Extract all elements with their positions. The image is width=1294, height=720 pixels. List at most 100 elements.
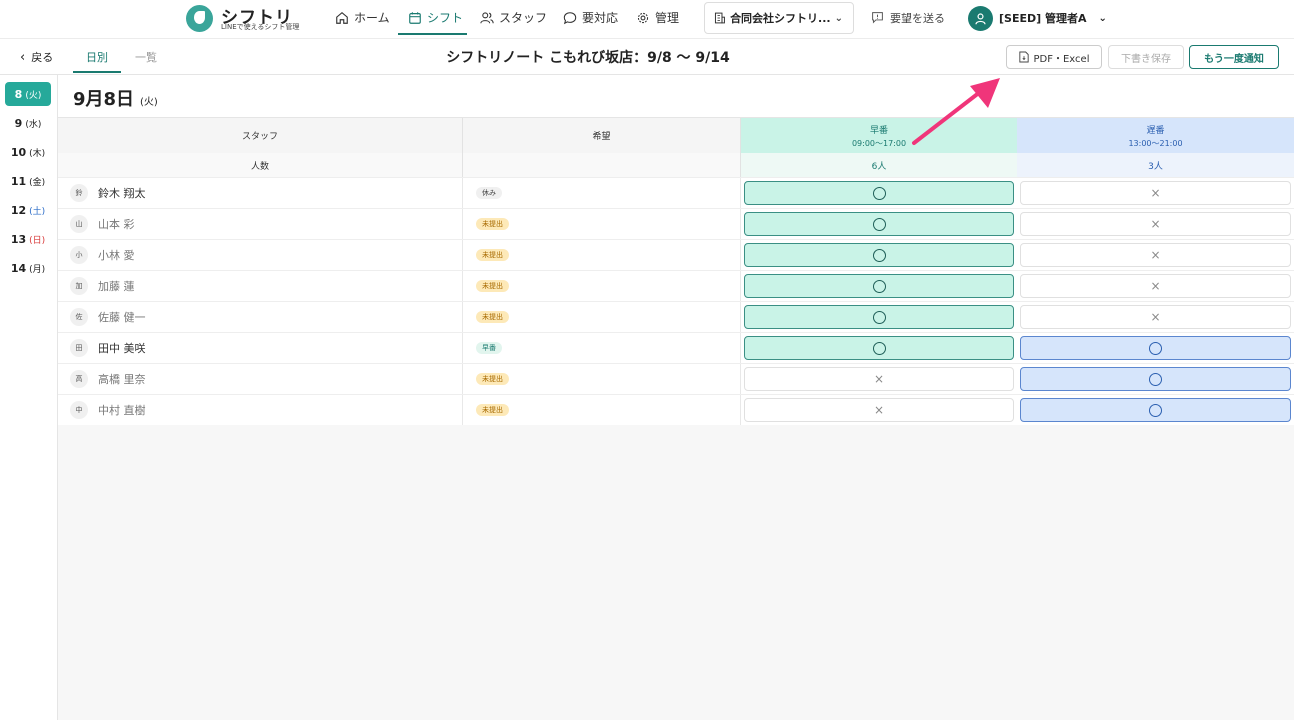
day-item[interactable]: 13 (日) bbox=[5, 227, 51, 251]
staff-cell[interactable]: 鈴鈴木 翔太 bbox=[58, 178, 463, 208]
nav-label-shift: シフト bbox=[427, 11, 464, 25]
early-shift-toggle[interactable]: × bbox=[744, 367, 1014, 391]
unassigned-cross-icon: × bbox=[1150, 248, 1161, 262]
nav-item-shift[interactable]: シフト bbox=[408, 0, 463, 35]
assigned-circle-icon bbox=[1149, 403, 1162, 417]
late-shift-toggle[interactable] bbox=[1020, 367, 1291, 391]
company-select[interactable]: 合同会社シフトリ... ⌄ bbox=[704, 2, 854, 34]
day-weekday: (金) bbox=[29, 177, 46, 188]
staff-cell[interactable]: 高高橋 里奈 bbox=[58, 364, 463, 394]
unassigned-cross-icon: × bbox=[1150, 217, 1161, 231]
assigned-circle-icon bbox=[872, 217, 886, 231]
users-icon bbox=[480, 11, 494, 23]
day-item[interactable]: 11 (金) bbox=[5, 169, 51, 193]
unassigned-cross-icon: × bbox=[1150, 186, 1161, 200]
nav-label-pending: 要対応 bbox=[582, 11, 619, 25]
staff-name: 中村 直樹 bbox=[98, 404, 146, 417]
date-header: 9月8日 (火) bbox=[58, 75, 1294, 118]
brand-tagline: LINEで使えるシフト管理 bbox=[221, 23, 300, 31]
staff-cell[interactable]: 田田中 美咲 bbox=[58, 333, 463, 363]
table-row: 小小林 愛 未提出 × bbox=[58, 239, 1294, 270]
feedback-icon bbox=[872, 12, 883, 24]
user-icon bbox=[975, 13, 986, 25]
staff-cell[interactable]: 加加藤 蓮 bbox=[58, 271, 463, 301]
day-number: 8 bbox=[14, 87, 23, 101]
back-button[interactable]: ‹ 戻る bbox=[20, 39, 53, 75]
wish-cell: 未提出 bbox=[463, 364, 741, 394]
day-item[interactable]: 8 (火) bbox=[5, 82, 51, 106]
early-shift-toggle[interactable] bbox=[744, 274, 1014, 298]
staff-initial-avatar: 山 bbox=[70, 215, 88, 233]
early-shift-toggle[interactable] bbox=[744, 305, 1014, 329]
late-shift-toggle[interactable]: × bbox=[1020, 274, 1291, 298]
unassigned-cross-icon: × bbox=[1150, 279, 1161, 293]
column-header-early-shift: 早番 09:00〜17:00 bbox=[741, 118, 1017, 153]
table-row: 中中村 直樹 未提出 × bbox=[58, 394, 1294, 425]
company-name: 合同会社シフトリ... bbox=[730, 12, 831, 25]
early-shift-toggle[interactable] bbox=[744, 181, 1014, 205]
calendar-icon bbox=[409, 11, 421, 24]
wish-badge: 未提出 bbox=[476, 404, 509, 416]
nav-item-home[interactable]: ホーム bbox=[335, 0, 390, 35]
assigned-circle-icon bbox=[872, 248, 886, 262]
day-number: 12 bbox=[10, 203, 27, 217]
staff-cell[interactable]: 中中村 直樹 bbox=[58, 395, 463, 425]
late-shift-toggle[interactable]: × bbox=[1020, 181, 1291, 205]
staff-name: 鈴木 翔太 bbox=[98, 187, 146, 200]
staff-cell[interactable]: 山山本 彩 bbox=[58, 209, 463, 239]
wish-cell: 未提出 bbox=[463, 302, 741, 332]
brand-logo-icon[interactable] bbox=[186, 5, 213, 32]
tab-daily[interactable]: 日別 bbox=[86, 39, 108, 75]
early-shift-toggle[interactable] bbox=[744, 243, 1014, 267]
day-item[interactable]: 10 (木) bbox=[5, 140, 51, 164]
early-shift-toggle[interactable] bbox=[744, 336, 1014, 360]
early-shift-toggle[interactable]: × bbox=[744, 398, 1014, 422]
early-shift-name: 早番 bbox=[869, 125, 888, 136]
nav-label-admin: 管理 bbox=[655, 11, 680, 25]
staff-initial-avatar: 加 bbox=[70, 277, 88, 295]
nav-item-staff[interactable]: スタッフ bbox=[480, 0, 547, 35]
staff-name: 佐藤 健一 bbox=[98, 311, 146, 324]
day-number: 9 bbox=[14, 116, 23, 130]
table-row: 佐佐藤 健一 未提出 × bbox=[58, 301, 1294, 332]
assigned-circle-icon bbox=[872, 310, 886, 324]
nav-item-pending[interactable]: 要対応 bbox=[563, 0, 618, 35]
table-count-row: 人数 6人 3人 bbox=[58, 153, 1294, 177]
late-shift-toggle[interactable] bbox=[1020, 398, 1291, 422]
user-menu[interactable]: [SEED] 管理者A ⌄ bbox=[999, 0, 1107, 36]
feedback-label: 要望を送る bbox=[890, 11, 945, 25]
save-draft-button[interactable]: 下書き保存 bbox=[1108, 45, 1184, 69]
staff-cell[interactable]: 小小林 愛 bbox=[58, 240, 463, 270]
avatar[interactable] bbox=[968, 6, 993, 31]
early-shift-toggle[interactable] bbox=[744, 212, 1014, 236]
staff-cell[interactable]: 佐佐藤 健一 bbox=[58, 302, 463, 332]
feedback-link[interactable]: 要望を送る bbox=[871, 0, 945, 35]
late-shift-toggle[interactable]: × bbox=[1020, 212, 1291, 236]
day-item[interactable]: 14 (月) bbox=[5, 256, 51, 280]
day-item[interactable]: 9 (水) bbox=[5, 111, 51, 135]
wish-badge: 早番 bbox=[476, 342, 502, 354]
building-icon bbox=[714, 12, 725, 24]
table-row: 田田中 美咲 早番 bbox=[58, 332, 1294, 363]
page-toolbar: ‹ 戻る 日別 一覧 シフトリノート こもれび坂店：9/8 〜 9/14 PDF… bbox=[0, 38, 1294, 75]
assigned-circle-icon bbox=[872, 186, 886, 200]
nav-item-admin[interactable]: 管理 bbox=[636, 0, 679, 35]
table-row: 加加藤 蓮 未提出 × bbox=[58, 270, 1294, 301]
day-weekday: (木) bbox=[29, 148, 46, 159]
day-weekday: (火) bbox=[25, 90, 42, 101]
day-weekday: (日) bbox=[29, 235, 46, 246]
late-shift-toggle[interactable] bbox=[1020, 336, 1291, 360]
late-shift-toggle[interactable]: × bbox=[1020, 243, 1291, 267]
column-header-staff: スタッフ bbox=[58, 118, 463, 153]
day-item[interactable]: 12 (土) bbox=[5, 198, 51, 222]
wish-cell: 未提出 bbox=[463, 271, 741, 301]
pdf-excel-button[interactable]: PDF・Excel bbox=[1006, 45, 1102, 69]
day-number: 10 bbox=[10, 145, 27, 159]
table-row: 山山本 彩 未提出 × bbox=[58, 208, 1294, 239]
tab-list[interactable]: 一覧 bbox=[135, 39, 157, 75]
notify-again-button[interactable]: もう一度通知 bbox=[1189, 45, 1279, 69]
table-header-row: スタッフ 希望 早番 09:00〜17:00 遅番 13:00〜21:00 bbox=[58, 118, 1294, 153]
late-shift-toggle[interactable]: × bbox=[1020, 305, 1291, 329]
document-icon bbox=[1018, 51, 1029, 63]
staff-initial-avatar: 鈴 bbox=[70, 184, 88, 202]
